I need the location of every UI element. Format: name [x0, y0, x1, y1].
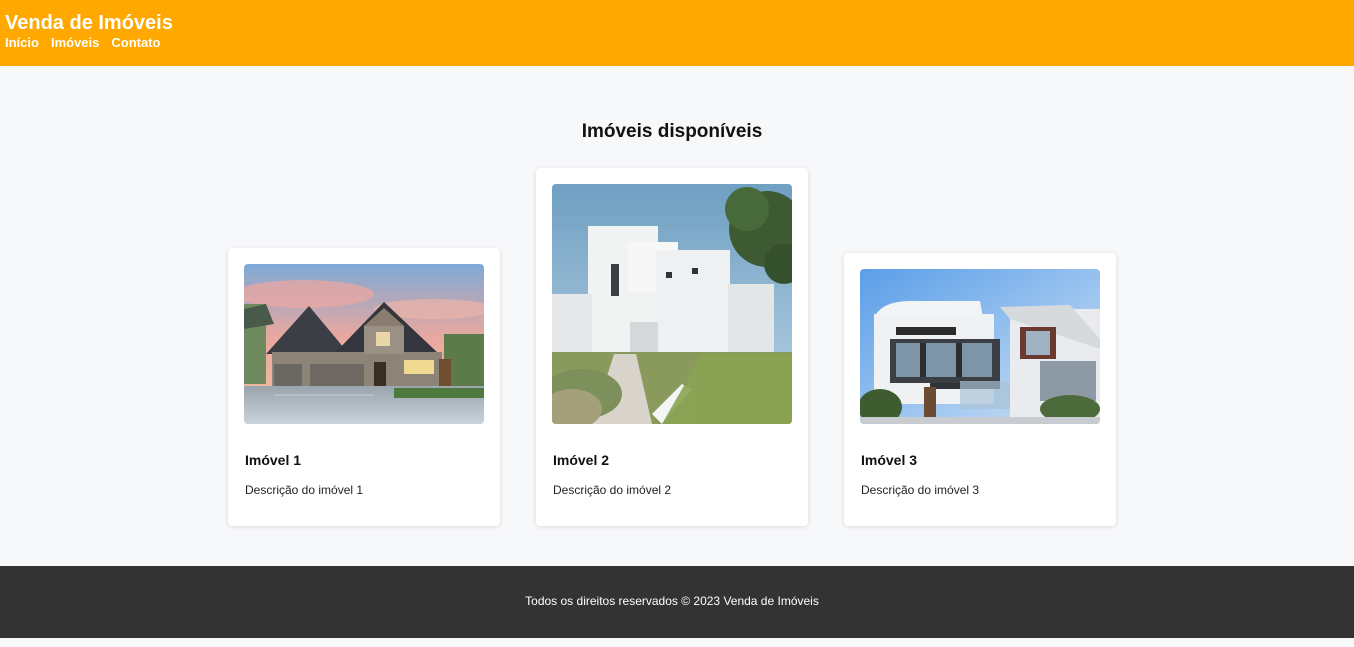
listing-photo-3[interactable] [860, 269, 1100, 424]
site-footer: Todos os direitos reservados © 2023 Vend… [0, 566, 1354, 638]
footer-copyright: Todos os direitos reservados © 2023 Vend… [525, 594, 819, 608]
listing-photo-1[interactable] [244, 264, 484, 424]
site-header: Venda de Imóveis Início Imóveis Contato [0, 0, 1354, 66]
section-title: Imóveis disponíveis [581, 121, 763, 142]
listing-description-2: Descrição do imóvel 2 [553, 483, 672, 497]
listing-description-1: Descrição do imóvel 1 [245, 483, 364, 497]
main-nav: Início Imóveis Contato [5, 35, 160, 50]
listing-card-1[interactable]: Imóvel 1 Descrição do imóvel 1 [228, 248, 500, 526]
listing-photo-2[interactable] [552, 184, 792, 424]
listing-title-1: Imóvel 1 [245, 452, 302, 468]
listing-description-3: Descrição do imóvel 3 [861, 483, 980, 497]
nav-link-contato[interactable]: Contato [111, 35, 160, 50]
nav-link-imoveis[interactable]: Imóveis [51, 35, 99, 50]
nav-link-inicio[interactable]: Início [5, 35, 39, 50]
listing-title-3: Imóvel 3 [861, 452, 918, 468]
listing-card-3[interactable]: Imóvel 3 Descrição do imóvel 3 [844, 253, 1116, 526]
site-title: Venda de Imóveis [5, 12, 173, 34]
listing-title-2: Imóvel 2 [553, 452, 610, 468]
listing-card-2[interactable]: Imóvel 2 Descrição do imóvel 2 [536, 168, 808, 526]
